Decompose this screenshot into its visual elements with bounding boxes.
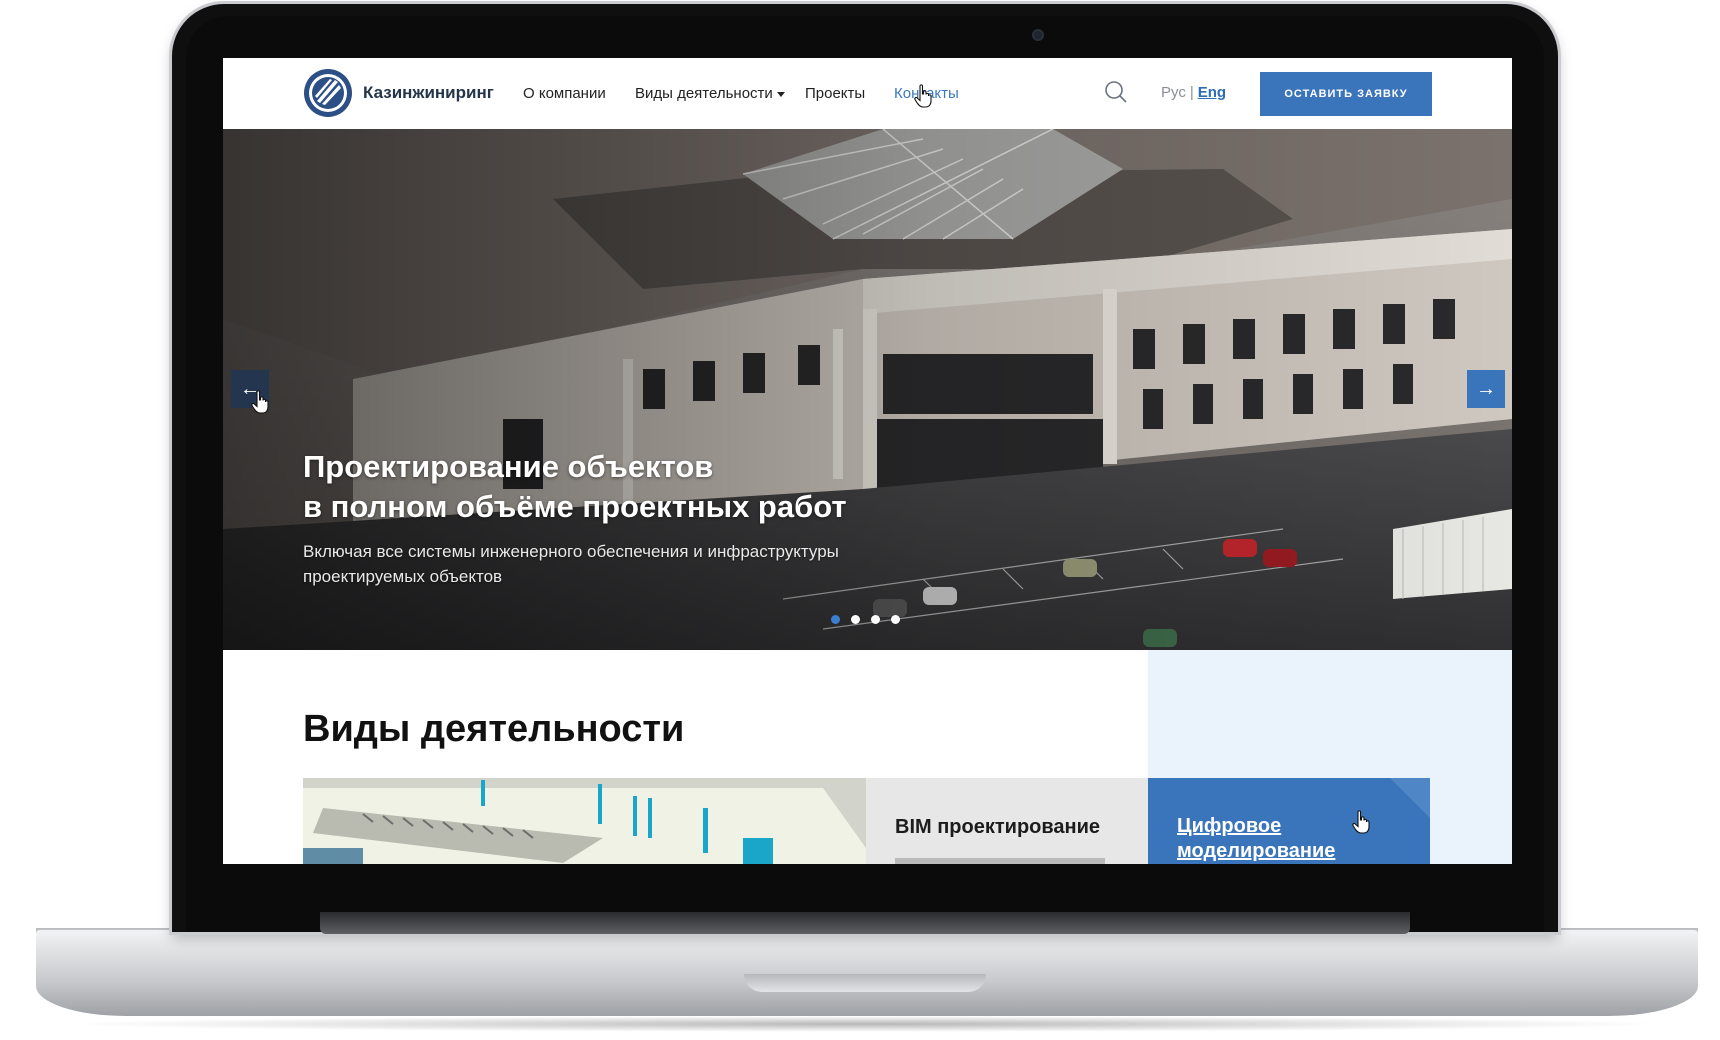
hero-subtitle: Включая все системы инженерного обеспече… <box>303 539 923 589</box>
website-screen: Казинжиниринг О компании Виды деятельнос… <box>223 58 1512 864</box>
laptop-base <box>36 930 1698 1016</box>
hand-cursor-icon <box>251 390 269 414</box>
lang-en-link[interactable]: Eng <box>1198 84 1226 101</box>
hero-subtitle-line2: проектируемых объектов <box>303 567 503 586</box>
lang-separator: | <box>1189 84 1194 101</box>
nav-item-activities-label: Виды деятельности <box>635 85 773 102</box>
card-digital-title-line2: моделирование <box>1177 840 1336 862</box>
slider-pagination <box>831 615 900 624</box>
nav-item-about[interactable]: О компании <box>523 85 606 102</box>
company-logo[interactable] <box>303 68 353 118</box>
slider-dot-4[interactable] <box>891 615 900 624</box>
laptop-shadow <box>60 1016 1670 1032</box>
lang-ru-link[interactable]: Рус <box>1161 84 1186 101</box>
brand-name[interactable]: Казинжиниринг <box>363 83 494 103</box>
activities-section: Виды деятельности BIM проектирование Циф… <box>223 650 1512 864</box>
chevron-down-icon <box>776 91 785 97</box>
hero-subtitle-line1: Включая все системы инженерного обеспече… <box>303 542 839 561</box>
hero-title-line1: Проектирование объектов <box>303 449 714 484</box>
laptop-hinge <box>320 912 1410 934</box>
card-corner-accent <box>1390 778 1430 818</box>
slider-next-button[interactable]: → <box>1467 370 1505 408</box>
submit-request-button[interactable]: ОСТАВИТЬ ЗАЯВКУ <box>1260 72 1432 116</box>
search-icon[interactable] <box>1104 80 1128 104</box>
hero-title-line2: в полном объёме проектных работ <box>303 489 847 524</box>
activity-card-bim[interactable]: BIM проектирование <box>866 778 1148 864</box>
site-header: Казинжиниринг О компании Виды деятельнос… <box>223 58 1512 129</box>
bim-model-image <box>303 778 866 864</box>
card-bim-title: BIM проектирование <box>895 816 1101 838</box>
slider-dot-1[interactable] <box>831 615 840 624</box>
hero-title: Проектирование объектов в полном объёме … <box>303 447 1103 527</box>
slider-dot-3[interactable] <box>871 615 880 624</box>
camera-icon <box>1032 29 1044 41</box>
hand-cursor-icon <box>914 84 932 108</box>
arrow-right-icon: → <box>1476 377 1496 400</box>
activity-card-image[interactable] <box>303 778 866 864</box>
card-digital-title[interactable]: Цифровое моделирование <box>1177 814 1407 864</box>
hero-slider: Проектирование объектов в полном объёме … <box>223 129 1512 650</box>
hand-cursor-icon <box>1352 810 1370 834</box>
activities-title: Виды деятельности <box>303 708 685 750</box>
card-bim-description-fade <box>895 858 1105 864</box>
card-digital-title-line1: Цифровое <box>1177 815 1282 837</box>
laptop-notch <box>744 974 986 992</box>
activity-card-digital-modeling[interactable]: Цифровое моделирование <box>1148 778 1430 864</box>
nav-item-projects[interactable]: Проекты <box>805 85 865 102</box>
nav-item-activities[interactable]: Виды деятельности <box>635 85 785 102</box>
language-switcher: Рус | Eng <box>1161 84 1226 101</box>
slider-dot-2[interactable] <box>851 615 860 624</box>
